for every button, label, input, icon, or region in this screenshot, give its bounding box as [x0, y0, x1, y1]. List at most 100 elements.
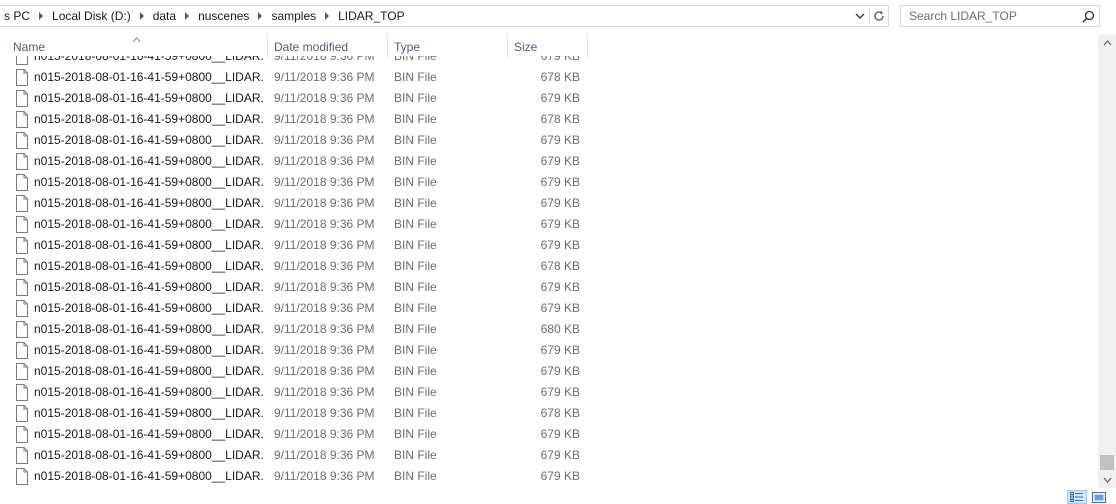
- file-type: BIN File: [394, 301, 437, 315]
- file-size: 679 KB: [540, 448, 580, 462]
- scrollbar-thumb[interactable]: [1100, 455, 1114, 470]
- file-type: BIN File: [394, 70, 437, 84]
- file-name: n015-2018-08-01-16-41-59+0800__LIDAR...: [34, 259, 264, 273]
- search-icon[interactable]: [1077, 6, 1099, 26]
- file-row[interactable]: n015-2018-08-01-16-41-59+0800__LIDAR... …: [0, 424, 1098, 445]
- refresh-icon[interactable]: [870, 6, 888, 26]
- column-header-date-modified[interactable]: Date modified: [268, 34, 388, 58]
- file-size: 679 KB: [540, 91, 580, 105]
- file-name: n015-2018-08-01-16-41-59+0800__LIDAR...: [34, 196, 264, 210]
- file-type: BIN File: [394, 56, 437, 63]
- column-header-type[interactable]: Type: [388, 34, 508, 58]
- file-row[interactable]: n015-2018-08-01-16-41-59+0800__LIDAR... …: [0, 340, 1098, 361]
- column-header: Name Date modified Type Size: [0, 34, 1098, 58]
- file-size: 680 KB: [540, 322, 580, 336]
- file-size: 679 KB: [540, 56, 580, 63]
- file-date: 9/11/2018 9:36 PM: [274, 154, 375, 168]
- breadcrumb-item-local-disk[interactable]: Local Disk (D:): [48, 6, 135, 26]
- file-size: 679 KB: [540, 175, 580, 189]
- address-bar[interactable]: s PC Local Disk (D:) data nuscenes sampl…: [0, 5, 889, 27]
- file-date: 9/11/2018 9:36 PM: [274, 322, 375, 336]
- chevron-right-icon[interactable]: [135, 6, 149, 26]
- file-type: BIN File: [394, 343, 437, 357]
- file-row[interactable]: n015-2018-08-01-16-41-59+0800__LIDAR... …: [0, 235, 1098, 256]
- scroll-down-icon[interactable]: [1098, 471, 1116, 488]
- file-size: 679 KB: [540, 427, 580, 441]
- file-size: 679 KB: [540, 364, 580, 378]
- file-row[interactable]: n015-2018-08-01-16-41-59+0800__LIDAR... …: [0, 88, 1098, 109]
- file-row[interactable]: n015-2018-08-01-16-41-59+0800__LIDAR... …: [0, 277, 1098, 298]
- navigation-bar: s PC Local Disk (D:) data nuscenes sampl…: [0, 0, 1116, 34]
- breadcrumb-item-this-pc[interactable]: s PC: [0, 6, 34, 26]
- file-size: 678 KB: [540, 259, 580, 273]
- file-size: 679 KB: [540, 133, 580, 147]
- file-icon: [16, 300, 28, 317]
- chevron-right-icon[interactable]: [34, 6, 48, 26]
- column-header-size[interactable]: Size: [508, 34, 588, 58]
- file-row[interactable]: n015-2018-08-01-16-41-59+0800__LIDAR... …: [0, 193, 1098, 214]
- breadcrumb-item-nuscenes[interactable]: nuscenes: [194, 6, 253, 26]
- file-type: BIN File: [394, 322, 437, 336]
- large-icons-view-icon[interactable]: [1089, 490, 1109, 504]
- file-row[interactable]: n015-2018-08-01-16-41-59+0800__LIDAR... …: [0, 214, 1098, 235]
- details-view-icon[interactable]: [1067, 490, 1087, 504]
- file-icon: [16, 279, 28, 296]
- file-date: 9/11/2018 9:36 PM: [274, 217, 375, 231]
- file-date: 9/11/2018 9:36 PM: [274, 56, 375, 63]
- file-row[interactable]: n015-2018-08-01-16-41-59+0800__LIDAR... …: [0, 256, 1098, 277]
- file-name: n015-2018-08-01-16-41-59+0800__LIDAR...: [34, 175, 264, 189]
- scroll-up-icon[interactable]: [1098, 34, 1116, 51]
- file-date: 9/11/2018 9:36 PM: [274, 301, 375, 315]
- file-row[interactable]: n015-2018-08-01-16-41-59+0800__LIDAR... …: [0, 445, 1098, 466]
- vertical-scrollbar[interactable]: [1098, 34, 1116, 488]
- search-input[interactable]: [901, 6, 1077, 26]
- file-name: n015-2018-08-01-16-41-59+0800__LIDAR...: [34, 112, 264, 126]
- chevron-right-icon[interactable]: [253, 6, 267, 26]
- chevron-right-icon[interactable]: [320, 6, 334, 26]
- file-size: 679 KB: [540, 301, 580, 315]
- breadcrumb-item-samples[interactable]: samples: [267, 6, 320, 26]
- file-name: n015-2018-08-01-16-41-59+0800__LIDAR...: [34, 217, 264, 231]
- file-icon: [16, 237, 28, 254]
- file-row[interactable]: n015-2018-08-01-16-41-59+0800__LIDAR... …: [0, 151, 1098, 172]
- file-row-partial[interactable]: n015-2018-08-01-16-41-59+0800__LIDAR... …: [0, 56, 1098, 67]
- file-row[interactable]: n015-2018-08-01-16-41-59+0800__LIDAR... …: [0, 382, 1098, 403]
- file-row[interactable]: n015-2018-08-01-16-41-59+0800__LIDAR... …: [0, 67, 1098, 88]
- file-icon: [16, 405, 28, 422]
- file-row[interactable]: n015-2018-08-01-16-41-59+0800__LIDAR... …: [0, 298, 1098, 319]
- file-row[interactable]: n015-2018-08-01-16-41-59+0800__LIDAR... …: [0, 361, 1098, 382]
- chevron-down-icon[interactable]: [851, 6, 869, 26]
- search-box[interactable]: [900, 5, 1100, 27]
- column-header-size-label: Size: [514, 39, 538, 54]
- file-row[interactable]: n015-2018-08-01-16-41-59+0800__LIDAR... …: [0, 466, 1098, 487]
- breadcrumb-item-data[interactable]: data: [149, 6, 180, 26]
- column-header-date-label: Date modified: [274, 39, 349, 54]
- file-type: BIN File: [394, 133, 437, 147]
- file-list: n015-2018-08-01-16-41-59+0800__LIDAR... …: [0, 56, 1098, 488]
- file-name: n015-2018-08-01-16-41-59+0800__LIDAR...: [34, 427, 264, 441]
- file-name: n015-2018-08-01-16-41-59+0800__LIDAR...: [34, 56, 264, 63]
- breadcrumb-item-lidar-top[interactable]: LIDAR_TOP: [334, 6, 408, 26]
- file-icon: [16, 321, 28, 338]
- file-row[interactable]: n015-2018-08-01-16-41-59+0800__LIDAR... …: [0, 172, 1098, 193]
- file-size: 678 KB: [540, 70, 580, 84]
- column-header-name[interactable]: Name: [0, 34, 268, 58]
- file-row[interactable]: n015-2018-08-01-16-41-59+0800__LIDAR... …: [0, 130, 1098, 151]
- file-icon: [16, 258, 28, 275]
- file-date: 9/11/2018 9:36 PM: [274, 238, 375, 252]
- file-row[interactable]: n015-2018-08-01-16-41-59+0800__LIDAR... …: [0, 109, 1098, 130]
- file-size: 679 KB: [540, 469, 580, 483]
- file-icon: [16, 56, 28, 65]
- file-icon: [16, 426, 28, 443]
- column-header-type-label: Type: [394, 39, 421, 54]
- file-type: BIN File: [394, 91, 437, 105]
- file-row[interactable]: n015-2018-08-01-16-41-59+0800__LIDAR... …: [0, 403, 1098, 424]
- chevron-right-icon[interactable]: [180, 6, 194, 26]
- file-date: 9/11/2018 9:36 PM: [274, 133, 375, 147]
- file-date: 9/11/2018 9:36 PM: [274, 469, 375, 483]
- file-type: BIN File: [394, 448, 437, 462]
- file-row[interactable]: n015-2018-08-01-16-41-59+0800__LIDAR... …: [0, 319, 1098, 340]
- file-type: BIN File: [394, 427, 437, 441]
- column-header-name-label: Name: [13, 39, 46, 54]
- file-icon: [16, 384, 28, 401]
